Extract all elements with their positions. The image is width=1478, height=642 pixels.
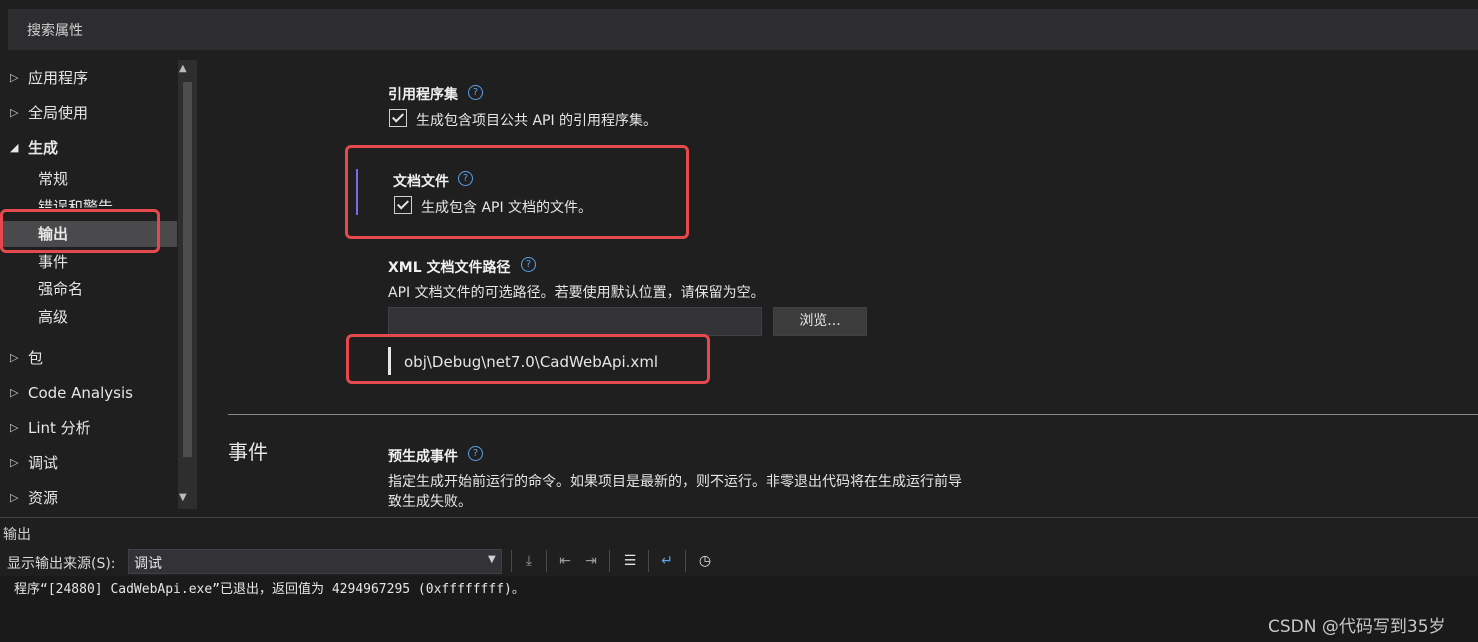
sidebar-item-label: 生成 (28, 139, 59, 157)
help-icon[interactable]: ? (468, 446, 483, 461)
word-wrap-icon[interactable]: ↵ (657, 551, 677, 571)
expand-icon[interactable]: ▷ (10, 415, 18, 441)
highlight-box-output (0, 209, 160, 253)
expand-icon[interactable]: ▷ (10, 345, 18, 371)
events-section-title: 事件 (228, 440, 268, 464)
expand-icon[interactable]: ▷ (10, 65, 18, 91)
next-message-icon[interactable]: ⇥ (581, 551, 601, 571)
previous-message-icon[interactable]: ⇤ (555, 551, 575, 571)
search-input[interactable]: 搜索属性 (27, 20, 83, 40)
sidebar-subitem-errors-warnings[interactable]: 错误和警告 (38, 194, 113, 208)
ref-assembly-checkbox[interactable] (389, 109, 407, 127)
scroll-down-icon[interactable]: ▼ (179, 492, 187, 503)
sidebar-item-label: 包 (28, 349, 44, 367)
xml-path-description: API 文档文件的可选路径。若要使用默认位置，请保留为空。 (388, 285, 765, 301)
expand-icon[interactable]: ▷ (10, 485, 18, 511)
browse-button[interactable]: 浏览... (773, 307, 867, 336)
section-divider (228, 414, 1478, 415)
expand-icon[interactable]: ▷ (10, 450, 18, 476)
help-icon[interactable]: ? (468, 85, 483, 100)
clock-icon[interactable]: ◷ (695, 551, 715, 571)
xml-path-title: XML 文档文件路径 (388, 260, 511, 276)
toolbar-separator (511, 550, 512, 572)
sidebar-item-label: Lint 分析 (28, 419, 91, 437)
help-icon[interactable]: ? (521, 257, 536, 272)
scroll-up-icon[interactable]: ▲ (179, 63, 187, 74)
prebuild-description: 指定生成开始前运行的命令。如果项目是最新的，则不运行。非零退出代码将在生成运行前… (388, 474, 962, 490)
sidebar-item-label: 调试 (28, 454, 59, 472)
highlight-box-xml-path (346, 334, 710, 384)
sidebar-subitem-strong-naming[interactable]: 强命名 (38, 276, 83, 302)
output-line: 程序“[24880] CadWebApi.exe”已退出，返回值为 429496… (14, 582, 525, 597)
collapse-icon[interactable]: ◢ (10, 135, 18, 161)
expand-icon[interactable]: ▷ (10, 380, 18, 406)
sidebar-subitem-advanced[interactable]: 高级 (38, 304, 68, 330)
toolbar-separator (609, 550, 610, 572)
prebuild-description-cont: 致生成失败。 (388, 494, 472, 510)
sidebar-subitem-general[interactable]: 常规 (38, 166, 68, 192)
clear-all-icon[interactable]: ☰ (620, 551, 640, 571)
watermark: CSDN @代码写到35岁 (1268, 617, 1446, 637)
output-source-value: 调试 (134, 556, 162, 572)
toolbar-separator (685, 550, 686, 572)
ref-assembly-checkbox-label: 生成包含项目公共 API 的引用程序集。 (416, 113, 658, 129)
sidebar-item-label: Code Analysis (28, 384, 133, 402)
prebuild-title: 预生成事件 (388, 449, 458, 465)
expand-icon[interactable]: ▷ (10, 100, 18, 126)
output-panel-border (0, 517, 1478, 518)
toolbar-separator (546, 550, 547, 572)
output-source-select[interactable] (128, 549, 502, 574)
xml-path-input[interactable] (388, 307, 762, 336)
ref-assembly-title: 引用程序集 (388, 87, 458, 103)
highlight-box-doc-file (345, 145, 689, 239)
find-message-icon[interactable]: ⤓ (519, 551, 539, 571)
toolbar-separator (648, 550, 649, 572)
output-panel-title: 输出 (3, 527, 31, 543)
sidebar-item-label: 应用程序 (28, 69, 89, 87)
search-bar[interactable] (8, 9, 1478, 50)
sidebar-scrollbar-thumb[interactable] (183, 82, 192, 457)
output-source-label: 显示输出来源(S): (7, 556, 116, 572)
sidebar-item-label: 全局使用 (28, 104, 89, 122)
sidebar-item-label: 资源 (28, 489, 59, 507)
dropdown-arrow-icon[interactable]: ▼ (488, 554, 496, 565)
